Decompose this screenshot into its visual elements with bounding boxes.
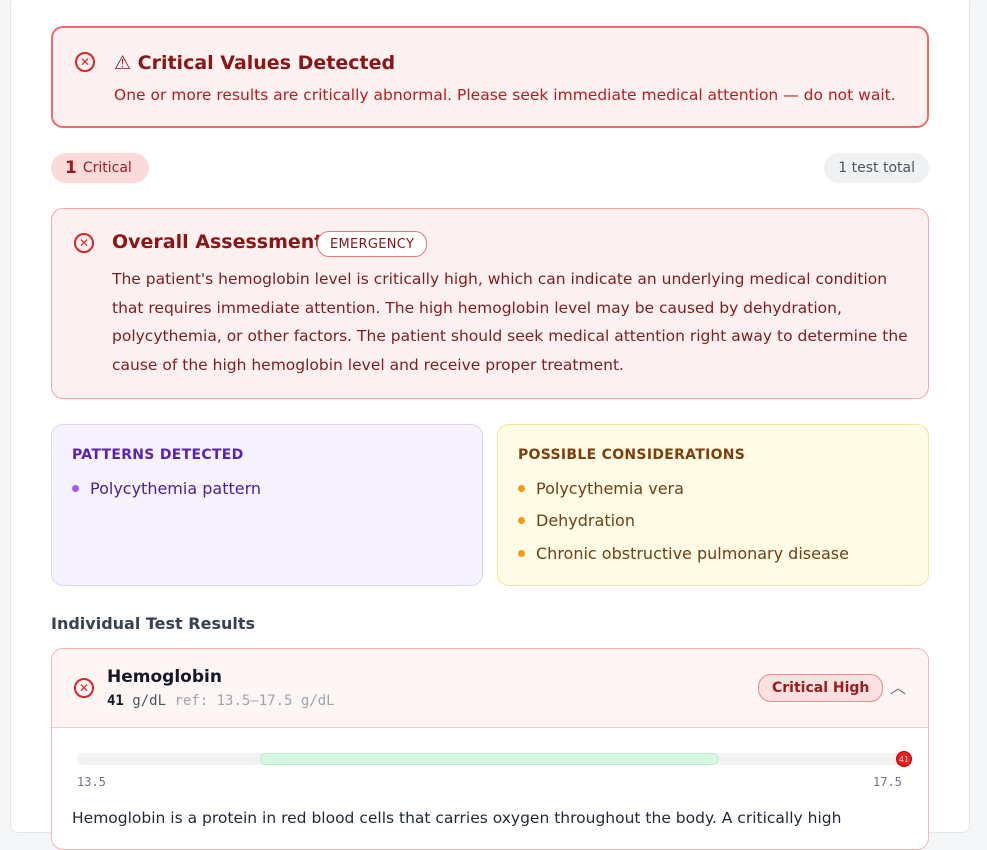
critical-alert: ✕ ⚠ Critical Values Detected One or more… bbox=[51, 26, 929, 128]
bullet-icon bbox=[518, 517, 525, 524]
close-circle-icon: ✕ bbox=[74, 233, 94, 253]
critical-label: Critical bbox=[82, 160, 132, 176]
bullet-icon bbox=[518, 485, 525, 492]
close-circle-icon: ✕ bbox=[75, 52, 95, 72]
section-title: Individual Test Results bbox=[51, 614, 256, 633]
considerations-heading: POSSIBLE CONSIDERATIONS bbox=[518, 447, 746, 463]
emergency-badge: EMERGENCY bbox=[317, 231, 428, 257]
consideration-item: Chronic obstructive pulmonary disease bbox=[518, 544, 849, 563]
range-min-label: 13.5 bbox=[77, 775, 106, 789]
consideration-item: Dehydration bbox=[518, 511, 635, 530]
test-name: Hemoglobin bbox=[107, 667, 222, 687]
consideration-item: Polycythemia vera bbox=[518, 479, 684, 498]
chevron-up-icon[interactable]: ︿ bbox=[888, 674, 908, 697]
status-badge: Critical High bbox=[758, 674, 884, 702]
pattern-item: Polycythemia pattern bbox=[72, 479, 261, 498]
value-marker: 41 bbox=[896, 751, 912, 767]
overall-assessment-card: ✕ Overall Assessment EMERGENCY The patie… bbox=[51, 208, 929, 399]
test-value: 41 g/dL ref: 13.5–17.5 g/dL bbox=[107, 693, 335, 709]
test-description: Hemoglobin is a protein in red blood cel… bbox=[72, 809, 842, 827]
assessment-body: The patient's hemoglobin level is critic… bbox=[112, 270, 908, 374]
possible-considerations-card: POSSIBLE CONSIDERATIONS Polycythemia ver… bbox=[497, 424, 929, 586]
test-total-pill: 1 test total bbox=[824, 153, 929, 183]
bullet-icon bbox=[518, 550, 525, 557]
bullet-icon bbox=[72, 485, 79, 492]
range-max-label: 17.5 bbox=[873, 775, 902, 789]
test-result-card: ✕ Hemoglobin 41 g/dL ref: 13.5–17.5 g/dL… bbox=[51, 648, 929, 850]
patterns-heading: PATTERNS DETECTED bbox=[72, 447, 244, 463]
assessment-title: Overall Assessment bbox=[112, 231, 324, 253]
test-result-header[interactable]: ✕ Hemoglobin 41 g/dL ref: 13.5–17.5 g/dL… bbox=[52, 649, 928, 728]
alert-message: One or more results are critically abnor… bbox=[114, 86, 896, 104]
patterns-detected-card: PATTERNS DETECTED Polycythemia pattern bbox=[51, 424, 483, 586]
close-circle-icon: ✕ bbox=[74, 678, 94, 698]
alert-title: ⚠ Critical Values Detected bbox=[114, 52, 396, 74]
normal-range-bar bbox=[260, 753, 719, 765]
critical-count-pill: 1 Critical bbox=[51, 153, 149, 183]
critical-count: 1 bbox=[65, 158, 77, 178]
